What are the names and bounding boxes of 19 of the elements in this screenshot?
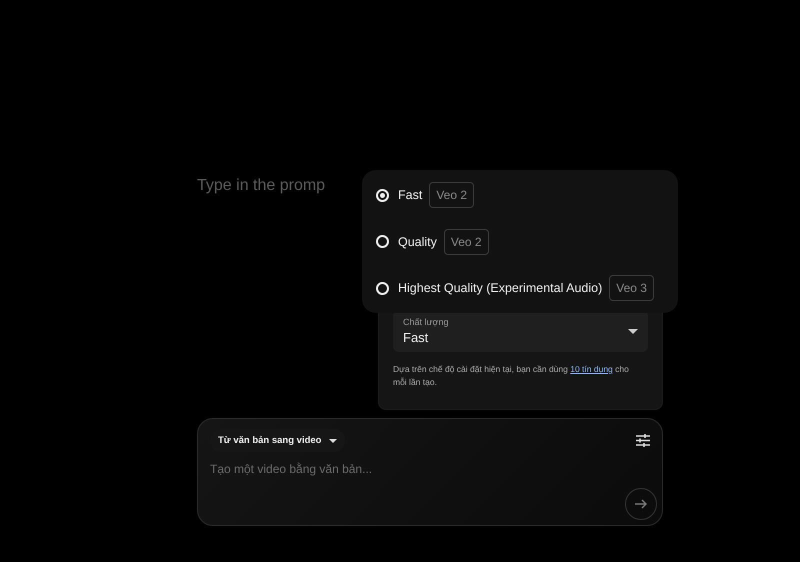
radio-button[interactable] [376,235,389,248]
quality-option[interactable]: Highest Quality (Experimental Audio) Veo 3 [376,275,664,301]
settings-icon[interactable] [636,434,650,447]
quality-select[interactable]: Chất lượng Fast [393,310,648,352]
send-button[interactable] [625,488,657,520]
model-tag: Veo 2 [429,182,474,208]
caret-icon [628,328,638,334]
credits-note: Dựa trên chế độ cài đặt hiện tại, bạn cần dùng 10 tín dụng cho mỗi lần tạo. [393,363,630,389]
model-tag: Veo 3 [609,275,654,301]
arrow-icon [635,499,647,509]
radio-button[interactable] [376,282,389,294]
quality-option[interactable]: Fast Veo 2 [376,182,664,208]
caret-icon [329,438,338,442]
quality-option[interactable]: Quality Veo 2 [376,228,664,254]
prompt-input[interactable]: Tạo một video bằng văn bản... [210,462,510,476]
radio-button[interactable] [376,188,389,202]
model-tag: Veo 2 [444,228,489,254]
credits-link[interactable]: 10 tín dụng [570,364,613,374]
prompt-hint: Type in the promp [197,177,326,196]
